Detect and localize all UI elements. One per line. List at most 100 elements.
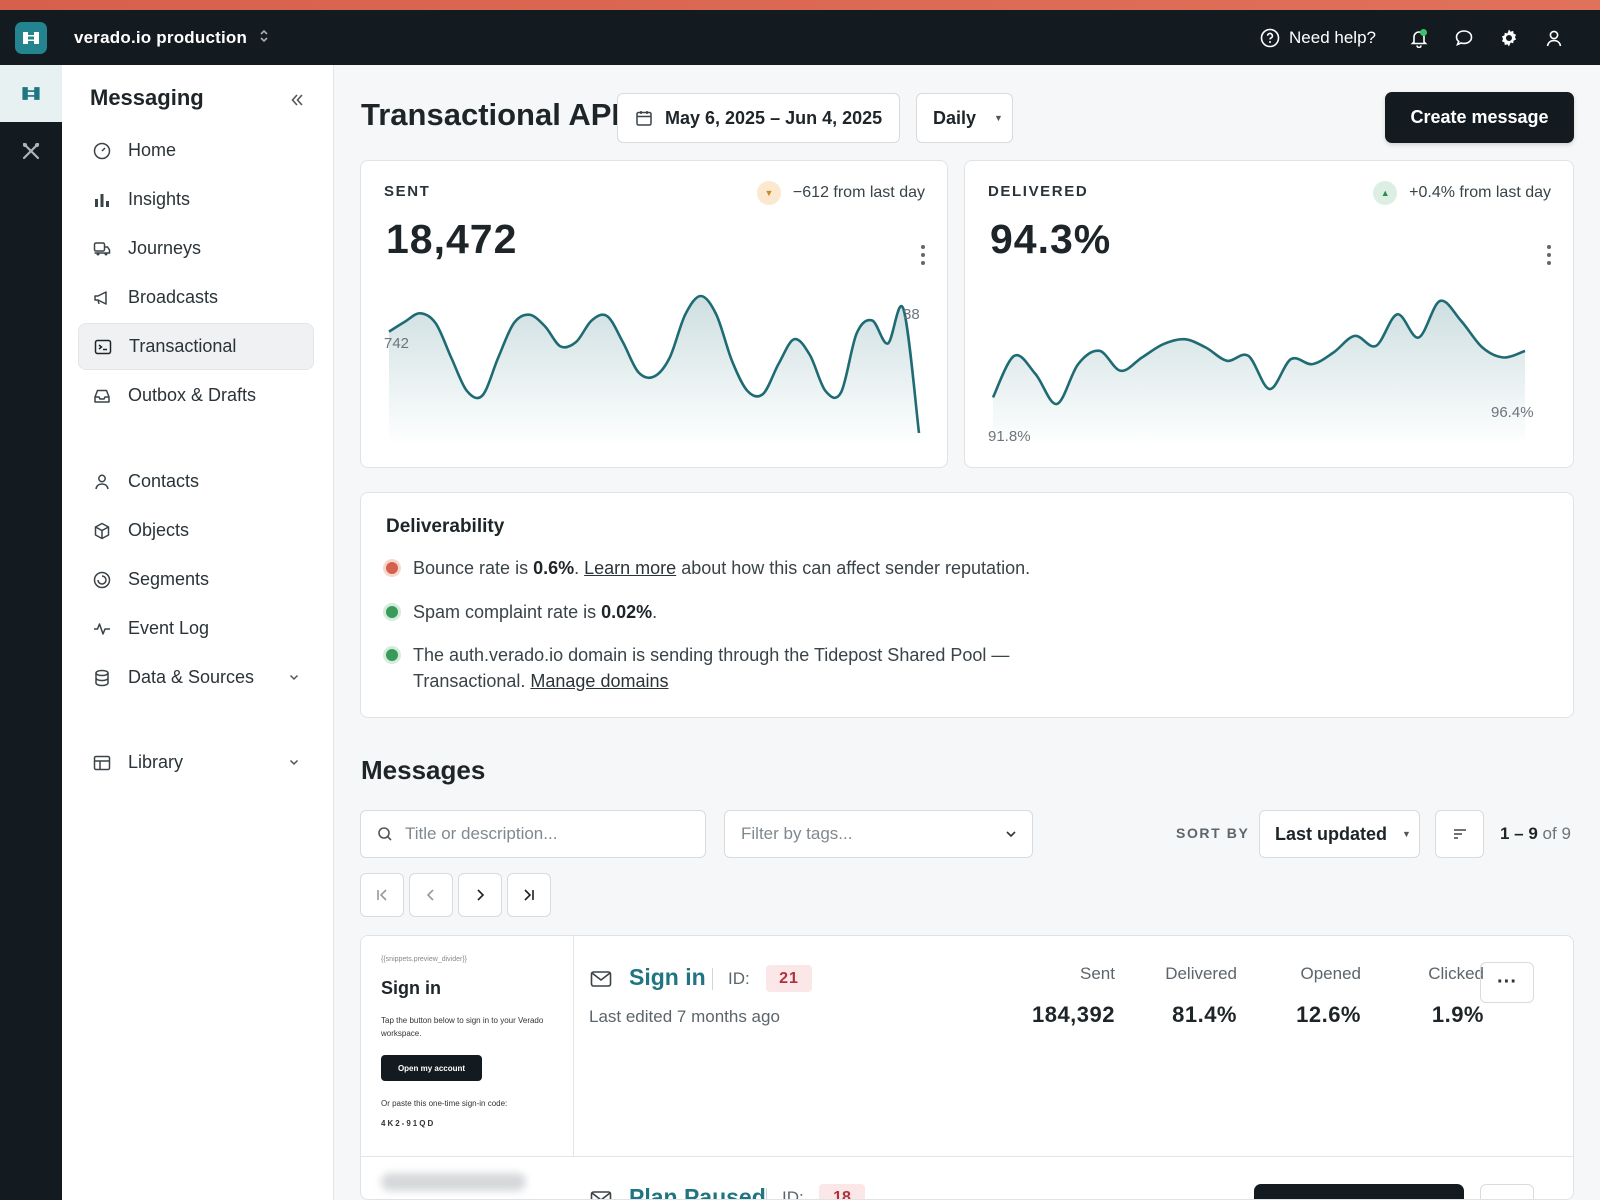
sidebar-item-outbox-drafts[interactable]: Outbox & Drafts [78,372,314,419]
main-content: Transactional API May 6, 2025 – Jun 4, 2… [334,65,1600,1200]
brand-logo-icon [22,87,40,100]
divider [766,1188,767,1199]
domain-text: The auth.verado.io domain is sending thr… [413,645,1010,691]
sidebar-item-contacts[interactable]: Contacts [78,458,314,505]
sidebar-item-insights[interactable]: Insights [78,176,314,223]
delivered-end-label: 96.4% [1491,404,1534,421]
email-preview-thumbnail[interactable]: {{snippets.preview_divider}} Sign in Tap… [361,936,574,1156]
notifications-button[interactable] [1396,15,1441,60]
message-row[interactable]: Plan Paused ID: 18 [361,1157,1573,1200]
last-page-button[interactable] [507,873,551,917]
interval-select[interactable]: Daily ▼ [916,93,1013,143]
id-badge: 18 [819,1184,865,1199]
search-icon [377,826,393,842]
library-icon [91,752,113,774]
row-action-button[interactable] [1254,1184,1464,1199]
pagination-count: 1 – 9 of 9 [1500,824,1571,843]
collapse-sidebar-button[interactable] [284,87,310,113]
brand-logo-icon [23,31,39,44]
sidebar-item-label: Event Log [128,618,210,638]
sidebar-item-transactional[interactable]: Transactional [78,323,314,370]
workspace-name[interactable]: verado.io production [74,28,247,48]
date-range-picker[interactable]: May 6, 2025 – Jun 4, 2025 [617,93,900,143]
sidebar-item-broadcasts[interactable]: Broadcasts [78,274,314,321]
account-button[interactable] [1531,15,1576,60]
divider [712,968,713,990]
create-message-button[interactable]: Create message [1385,92,1574,143]
sidebar-item-segments[interactable]: Segments [78,556,314,603]
double-chevron-left-icon [291,94,303,106]
sidebar-item-label: Broadcasts [128,287,219,307]
sidebar-item-label: Objects [128,520,190,540]
sidebar-item-journeys[interactable]: Journeys [78,225,314,272]
activity-icon [91,618,113,640]
chevron-right-icon [477,889,485,901]
calendar-icon [635,109,653,127]
prev-page-button[interactable] [409,873,453,917]
gear-icon [1501,29,1516,46]
sidebar-item-label: Segments [128,569,210,589]
help-link[interactable]: Need help? [1260,28,1376,48]
inbox-icon [91,385,113,407]
megaphone-icon [91,287,113,309]
chevron-down-icon[interactable] [288,752,300,773]
tools-icon [22,142,40,159]
sidebar-item-label: Home [128,140,177,160]
sidebar-item-label: Contacts [128,471,200,491]
status-dot [386,562,398,574]
sent-sparkline [388,294,921,446]
top-accent-bar [0,0,1600,10]
rail-messaging[interactable] [0,65,62,122]
sidebar-item-library[interactable]: Library [78,739,314,786]
sidebar-item-label: Data & Sources [128,667,255,687]
email-preview-thumbnail[interactable] [381,1173,526,1191]
last-page-icon [524,889,534,901]
search-input[interactable]: Title or description... [360,810,706,858]
bar-chart-icon [91,189,113,211]
tag-filter-select[interactable]: Filter by tags... [724,810,1033,858]
journeys-icon [91,238,113,260]
preview-title: Sign in [381,978,441,998]
manage-domains-link[interactable]: Manage domains [530,671,668,691]
row-more-button[interactable] [1480,1184,1534,1199]
sidebar-title: Messaging [90,85,204,110]
sort-select[interactable]: Last updated ▼ [1259,810,1420,858]
person-icon [91,471,113,493]
rail-tools[interactable] [0,122,62,179]
envelope-icon [590,970,612,988]
sort-lines-icon [1453,829,1466,839]
chevron-down-icon [1004,827,1018,841]
sidebar-item-label: Library [128,752,184,772]
sidebar-item-data-sources[interactable]: Data & Sources [78,654,314,701]
deliverability-card: Deliverability Bounce rate is 0.6%. Lear… [360,492,1574,718]
date-range-label: May 6, 2025 – Jun 4, 2025 [665,107,883,128]
first-page-button[interactable] [360,873,404,917]
metric-opened: Opened 12.6% [1296,964,1361,1027]
row-more-button[interactable]: ··· [1480,962,1534,1003]
id-label: ID: [782,1188,804,1200]
tag-filter-placeholder: Filter by tags... [741,824,853,843]
last-edited: Last edited 7 months ago [589,1007,780,1026]
sidebar-item-event-log[interactable]: Event Log [78,605,314,652]
terminal-icon [92,336,114,358]
next-page-button[interactable] [458,873,502,917]
message-name-link[interactable]: Plan Paused [629,1184,766,1199]
caret-down-icon: ▼ [994,113,1003,123]
sidebar-item-home[interactable]: Home [78,127,314,174]
sort-direction-button[interactable] [1435,810,1484,858]
settings-button[interactable] [1486,15,1531,60]
sidebar-item-objects[interactable]: Objects [78,507,314,554]
database-icon [91,667,113,689]
message-name-link[interactable]: Sign in [629,964,706,991]
chevron-down-icon[interactable] [288,667,300,688]
workspace-logo[interactable] [15,21,47,54]
chat-button[interactable] [1441,15,1486,60]
learn-more-link[interactable]: Learn more [584,558,676,578]
preview-code: 4K2-91QD [381,1119,436,1128]
workspace-switch-icon[interactable] [259,29,269,46]
id-label: ID: [728,969,750,988]
sidebar-item-label: Journeys [128,238,202,258]
interval-label: Daily [933,107,977,128]
sort-value: Last updated [1275,823,1388,844]
metric-delivered: Delivered 81.4% [1165,964,1237,1027]
